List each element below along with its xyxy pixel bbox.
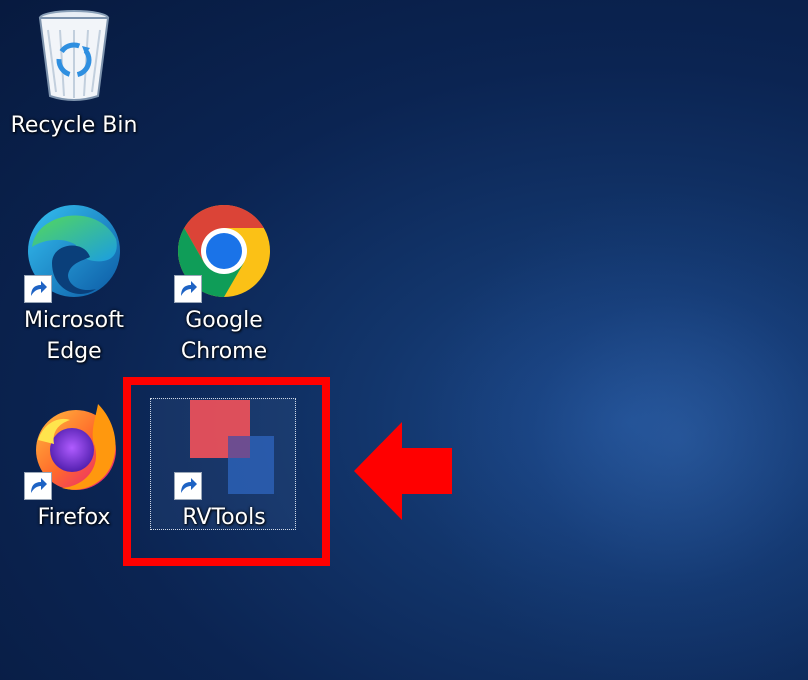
edge-icon [24, 203, 124, 303]
desktop-icon-recycle-bin[interactable]: Recycle Bin [9, 8, 139, 141]
highlight-frame [123, 377, 330, 566]
desktop-icon-microsoft-edge[interactable]: Microsoft Edge [9, 203, 139, 367]
shortcut-arrow-icon [174, 275, 202, 303]
shortcut-arrow-icon [24, 275, 52, 303]
chrome-icon [174, 203, 274, 303]
desktop-icon-label-line-2: Edge [46, 339, 102, 364]
desktop-icon-label-line-2: Chrome [180, 339, 268, 364]
recycle-bin-icon [24, 8, 124, 108]
desktop-icon-label: Firefox [37, 505, 111, 530]
left-arrow-icon [352, 420, 454, 522]
desktop-icon-google-chrome[interactable]: Google Chrome [159, 203, 289, 367]
wallpaper-glow [420, 180, 808, 680]
desktop-icon-label-line-1: Microsoft [23, 308, 125, 333]
desktop-icon-label-line-1: Google [185, 308, 263, 333]
firefox-icon [24, 400, 124, 500]
desktop-icon-label: Recycle Bin [10, 113, 138, 138]
desktop-icon-firefox[interactable]: Firefox [9, 400, 139, 533]
shortcut-arrow-icon [24, 472, 52, 500]
desktop[interactable]: Recycle Bin Microsoft Edge Google Chrome… [0, 0, 808, 680]
